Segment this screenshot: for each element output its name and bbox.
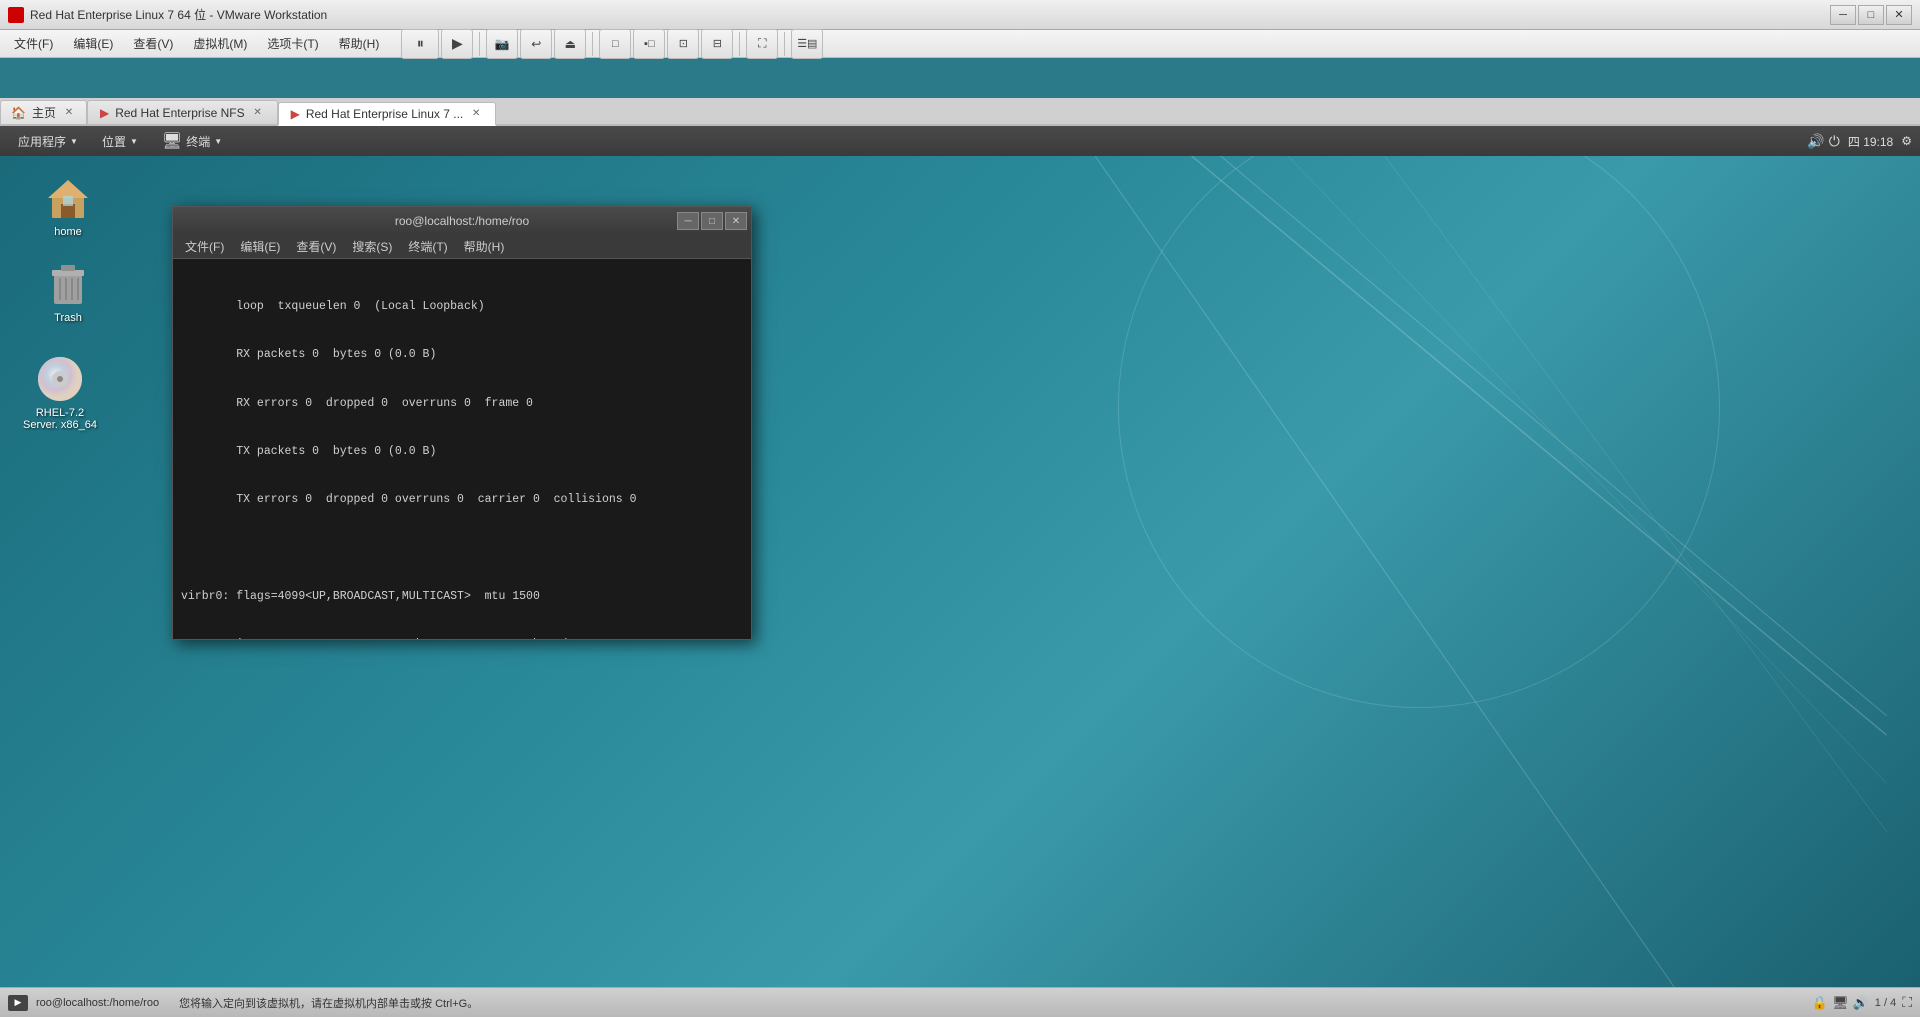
maximize-button[interactable]: □ <box>1858 5 1884 25</box>
menu-edit[interactable]: 编辑(E) <box>63 32 123 55</box>
applications-label: 应用程序 <box>18 133 66 150</box>
term-line-5: TX errors 0 dropped 0 overruns 0 carrier… <box>181 492 743 508</box>
desktop-icon-rhel[interactable]: RHEL-7.2 Server. x86_64 <box>20 351 100 435</box>
gnome-panel: 应用程序 ▼ 位置 ▼ 🖥 终端 ▼ 🔊 ⏻ 四 19:18 ⚙ <box>0 126 1920 156</box>
trash-icon-label: Trash <box>54 312 82 324</box>
menu-tab[interactable]: 选项卡(T) <box>257 32 328 55</box>
terminal-close-button[interactable]: ✕ <box>725 212 747 230</box>
places-arrow: ▼ <box>130 137 138 146</box>
view-btn4[interactable]: ⊟ <box>701 29 733 59</box>
term-line-8: inet 192.168.122.1 netmask 255.255.255.0… <box>181 637 743 639</box>
tab-rhel-label: Red Hat Enterprise Linux 7 ... <box>306 107 463 121</box>
term-menu-view[interactable]: 查看(V) <box>288 236 344 257</box>
tab-nfs-close[interactable]: ✕ <box>251 106 265 120</box>
tab-nfs-label: Red Hat Enterprise NFS <box>115 106 244 120</box>
terminal-launcher[interactable]: 🖥 终端 ▼ <box>152 129 232 153</box>
power-button[interactable]: ▶ <box>441 29 473 59</box>
statusbar-left: ▶ roo@localhost:/home/roo <box>8 995 159 1011</box>
term-menu-help[interactable]: 帮助(H) <box>456 236 513 257</box>
term-line-7: virbr0: flags=4099<UP,BROADCAST,MULTICAS… <box>181 589 743 605</box>
terminal-arrow: ▼ <box>214 137 222 146</box>
snapshot-button[interactable]: 📷 <box>486 29 518 59</box>
menu-file[interactable]: 文件(F) <box>4 32 63 55</box>
statusbar: ▶ roo@localhost:/home/roo 您将输入定向到该虚拟机，请在… <box>0 987 1920 1017</box>
clock-area: 🔊 ⏻ 四 19:18 ⚙ <box>1807 133 1912 150</box>
expand-icon[interactable]: ⛶ <box>1902 994 1912 1011</box>
power-status-icon[interactable]: ⏻ <box>1829 133 1840 150</box>
places-label: 位置 <box>102 133 126 150</box>
lock-icon: 🔒 <box>1812 995 1828 1011</box>
terminal-controls: ─ □ ✕ <box>677 212 747 230</box>
desktop-icon-trash[interactable]: Trash <box>28 256 108 328</box>
term-line-1: loop txqueuelen 0 (Local Loopback) <box>181 299 743 315</box>
monitor-icon: 🖥 <box>1832 995 1849 1011</box>
vmware-icon <box>8 7 24 23</box>
term-line-3: RX errors 0 dropped 0 overruns 0 frame 0 <box>181 396 743 412</box>
statusbar-warning: 您将输入定向到该虚拟机，请在虚拟机内部单击或按 Ctrl+G。 <box>179 995 478 1011</box>
terminal-label: 终端 <box>186 133 210 150</box>
revert-button[interactable]: ↩ <box>520 29 552 59</box>
term-line-6 <box>181 541 743 557</box>
terminal-content[interactable]: loop txqueuelen 0 (Local Loopback) RX pa… <box>173 259 751 639</box>
settings-icon[interactable]: ⚙ <box>1901 134 1912 148</box>
pause-button[interactable]: ⏸ <box>401 29 439 59</box>
terminal-title: roo@localhost:/home/roo <box>395 214 529 228</box>
home-icon-label: home <box>54 226 82 238</box>
menu-help[interactable]: 帮助(H) <box>329 32 390 55</box>
term-menu-terminal[interactable]: 终端(T) <box>400 236 455 257</box>
terminal-maximize-button[interactable]: □ <box>701 212 723 230</box>
terminal-window: roo@localhost:/home/roo ─ □ ✕ 文件(F) 编辑(E… <box>172 206 752 640</box>
tab-home-close[interactable]: ✕ <box>62 106 76 120</box>
statusbar-terminal-icon: ▶ <box>8 995 28 1011</box>
vmware-menubar: 文件(F) 编辑(E) 查看(V) 虚拟机(M) 选项卡(T) 帮助(H) ⏸ … <box>0 30 1920 58</box>
tab-nfs[interactable]: ▶ Red Hat Enterprise NFS ✕ <box>87 100 278 124</box>
tab-rhel[interactable]: ▶ Red Hat Enterprise Linux 7 ... ✕ <box>278 102 497 126</box>
tab-home[interactable]: 🏠 主页 ✕ <box>0 100 87 124</box>
term-menu-edit[interactable]: 编辑(E) <box>232 236 288 257</box>
view-btn3[interactable]: ⊡ <box>667 29 699 59</box>
dvd-icon-label: RHEL-7.2 Server. x86_64 <box>20 407 100 431</box>
tab-home-label: 主页 <box>32 104 56 121</box>
vmware-tabs: 🏠 主页 ✕ ▶ Red Hat Enterprise NFS ✕ ▶ Red … <box>0 98 1920 126</box>
vmware-titlebar: Red Hat Enterprise Linux 7 64 位 - VMware… <box>0 0 1920 30</box>
unity-button[interactable]: ☰▤ <box>791 29 823 59</box>
suspend-button[interactable]: ⏏ <box>554 29 586 59</box>
speaker-icon[interactable]: 🔊 <box>1807 133 1824 150</box>
view-btn1[interactable]: □ <box>599 29 631 59</box>
term-menu-search[interactable]: 搜索(S) <box>344 236 400 257</box>
term-menu-file[interactable]: 文件(F) <box>177 236 232 257</box>
tab-rhel-close[interactable]: ✕ <box>469 107 483 121</box>
desktop-icon-home[interactable]: home <box>28 170 108 242</box>
home-icon <box>44 174 92 222</box>
statusbar-right: 🔒 🖥 🔊 1 / 4 ⛶ <box>1812 994 1912 1011</box>
fullscreen-button[interactable]: ⛶ <box>746 29 778 59</box>
terminal-icon: 🖥 <box>162 131 182 151</box>
terminal-minimize-button[interactable]: ─ <box>677 212 699 230</box>
term-line-2: RX packets 0 bytes 0 (0.0 B) <box>181 347 743 363</box>
statusbar-terminal-label: roo@localhost:/home/roo <box>36 997 159 1009</box>
trash-icon <box>44 260 92 308</box>
close-button[interactable]: ✕ <box>1886 5 1912 25</box>
terminal-titlebar: roo@localhost:/home/roo ─ □ ✕ <box>173 207 751 235</box>
statusbar-icons: 🔒 🖥 🔊 <box>1812 995 1869 1011</box>
tab-nfs-icon: ▶ <box>100 106 109 120</box>
home-tab-icon: 🏠 <box>11 106 26 120</box>
minimize-button[interactable]: ─ <box>1830 5 1856 25</box>
menu-view[interactable]: 查看(V) <box>123 32 183 55</box>
desktop: home Trash <box>0 156 1920 987</box>
term-line-4: TX packets 0 bytes 0 (0.0 B) <box>181 444 743 460</box>
applications-menu[interactable]: 应用程序 ▼ <box>8 129 88 153</box>
vmware-title: Red Hat Enterprise Linux 7 64 位 - VMware… <box>30 6 1830 23</box>
tab-rhel-icon: ▶ <box>291 107 300 121</box>
dvd-icon <box>36 355 84 403</box>
statusbar-page: 1 / 4 <box>1875 997 1896 1009</box>
applications-arrow: ▼ <box>70 137 78 146</box>
clock-display: 四 19:18 <box>1848 133 1893 150</box>
view-btn2[interactable]: ▪□ <box>633 29 665 59</box>
terminal-menu: 文件(F) 编辑(E) 查看(V) 搜索(S) 终端(T) 帮助(H) <box>173 235 751 259</box>
places-menu[interactable]: 位置 ▼ <box>92 129 148 153</box>
tray-icons: 🔊 ⏻ <box>1807 133 1840 150</box>
speaker-status-icon: 🔊 <box>1853 995 1869 1011</box>
menu-vm[interactable]: 虚拟机(M) <box>183 32 257 55</box>
